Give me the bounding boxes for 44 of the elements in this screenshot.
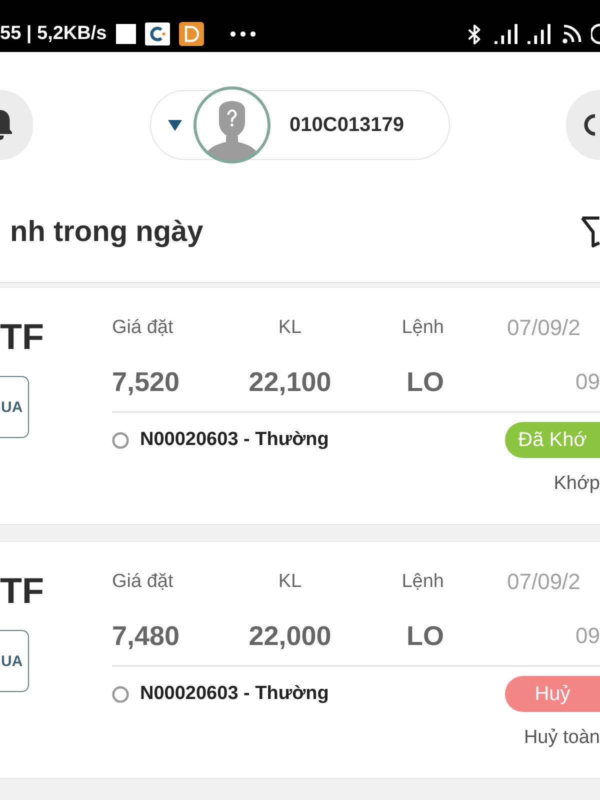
price-value: 7,520 (112, 366, 180, 398)
stock-symbol: TF (0, 569, 44, 613)
bell-icon (0, 107, 12, 143)
status-detail: Huỷ toàn (524, 727, 600, 749)
order-type-label: Lệnh (402, 571, 444, 593)
caret-icon (168, 120, 182, 130)
page-title: nh trong ngày (10, 216, 204, 248)
wifi-icon (562, 24, 582, 44)
order-reference: N00020603 - Thường (140, 683, 329, 705)
app-d-icon (178, 22, 204, 46)
order-time: 09 (576, 369, 600, 395)
square-icon (116, 24, 136, 44)
more-icon (230, 31, 256, 37)
order-type-value: LO (406, 366, 444, 398)
status-badge: Đã Khớ (505, 422, 600, 458)
status-text: 55 | 5,2KB/s (0, 23, 107, 45)
price-value: 7,480 (112, 620, 180, 652)
signal-icon (494, 24, 518, 44)
status-detail: Khớp (554, 473, 600, 495)
order-card[interactable]: TF UA Giá đặt KL Lệnh 07/09/2 7,480 22,000 LO 09 N00020603 - Thường Huỷ Huỷ toàn (0, 541, 600, 779)
status-badge: Huỷ (505, 676, 600, 712)
side-badge: UA (0, 630, 29, 692)
price-label: Giá đặt (112, 317, 174, 339)
order-date: 07/09/2 (507, 569, 580, 595)
ring-icon (112, 686, 129, 702)
volume-value: 22,000 (248, 620, 332, 652)
avatar-icon (192, 86, 270, 164)
volume-label: KL (278, 317, 302, 339)
order-card[interactable]: TF UA Giá đặt KL Lệnh 07/09/2 7,520 22,100 LO 09 N00020603 - Thường Đã Khớ Khớp (0, 287, 600, 525)
order-type-value: LO (406, 620, 444, 652)
ring-icon (112, 432, 129, 448)
order-reference: N00020603 - Thường (140, 429, 329, 451)
filter-icon[interactable] (580, 215, 600, 249)
order-time: 09 (576, 623, 600, 649)
signal-icon (527, 24, 551, 44)
side-badge: UA (0, 376, 29, 438)
price-label: Giá đặt (112, 571, 174, 593)
volume-value: 22,100 (248, 366, 332, 398)
app-c-icon (144, 22, 170, 46)
order-date: 07/09/2 (507, 315, 580, 341)
stock-symbol: TF (0, 315, 44, 359)
volume-label: KL (278, 571, 302, 593)
bluetooth-icon (467, 24, 482, 44)
order-type-label: Lệnh (402, 317, 444, 339)
